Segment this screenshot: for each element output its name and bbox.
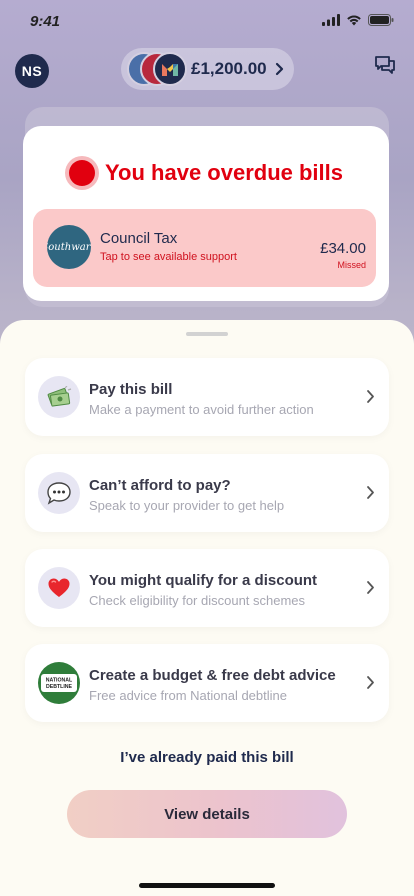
option-title: You might qualify for a discount xyxy=(89,572,318,589)
avatar[interactable]: NS xyxy=(15,54,49,88)
heart-icon xyxy=(38,567,80,609)
money-icon xyxy=(38,376,80,418)
bill-status: Missed xyxy=(337,260,366,270)
chevron-right-icon xyxy=(275,62,283,76)
chevron-right-icon xyxy=(367,390,374,403)
status-icons xyxy=(322,14,394,26)
overdue-card: You have overdue bills Southwark Council… xyxy=(23,126,389,301)
already-paid-link[interactable]: I’ve already paid this bill xyxy=(0,749,414,766)
alert-dot-icon xyxy=(69,160,95,186)
battery-icon xyxy=(368,14,394,26)
speech-bubble-icon xyxy=(38,472,80,514)
signal-icon xyxy=(322,14,340,26)
status-bar: 9:41 xyxy=(0,0,414,44)
sheet-handle[interactable] xyxy=(186,332,228,336)
chevron-right-icon xyxy=(367,486,374,499)
avatar-initials: NS xyxy=(21,63,43,79)
option-subtitle: Make a payment to avoid further action xyxy=(89,402,314,417)
bank-logo-3 xyxy=(153,52,187,86)
chevron-right-icon xyxy=(367,676,374,689)
option-subtitle: Speak to your provider to get help xyxy=(89,498,285,513)
chevron-right-icon xyxy=(367,581,374,594)
balance-pill[interactable]: £1,200.00 xyxy=(121,48,294,90)
logo-text-national: NATIONAL xyxy=(46,678,73,684)
option-debt-advice[interactable]: NATIONAL DEBTLINE Create a budget & free… xyxy=(25,644,389,722)
option-title: Pay this bill xyxy=(89,381,173,398)
bill-name: Council Tax xyxy=(100,230,178,247)
balance-amount: £1,200.00 xyxy=(191,59,267,78)
view-details-button[interactable]: View details xyxy=(67,790,347,838)
option-title: Can’t afford to pay? xyxy=(89,477,231,494)
status-time: 9:41 xyxy=(30,13,61,30)
chat-icon[interactable] xyxy=(374,55,396,75)
option-pay-bill[interactable]: Pay this bill Make a payment to avoid fu… xyxy=(25,358,389,436)
bottom-sheet: Pay this bill Make a payment to avoid fu… xyxy=(0,320,414,896)
monzo-logo-icon xyxy=(162,64,178,76)
provider-logo-text: Southwark xyxy=(47,241,91,253)
option-subtitle: Free advice from National debtline xyxy=(89,688,287,703)
bill-subtitle: Tap to see available support xyxy=(100,251,237,263)
overdue-title: You have overdue bills xyxy=(105,160,343,185)
logo-text-debtline: DEBTLINE xyxy=(46,684,72,690)
home-indicator xyxy=(139,883,275,888)
option-subtitle: Check eligibility for discount schemes xyxy=(89,593,306,608)
bill-row-council-tax[interactable]: Southwark Council Tax Tap to see availab… xyxy=(33,209,376,287)
wifi-icon xyxy=(347,15,361,26)
account-logos xyxy=(127,52,187,86)
option-cant-afford[interactable]: Can’t afford to pay? Speak to your provi… xyxy=(25,454,389,532)
overdue-title-row: You have overdue bills xyxy=(23,160,389,186)
option-discount[interactable]: You might qualify for a discount Check e… xyxy=(25,549,389,627)
national-debtline-logo: NATIONAL DEBTLINE xyxy=(38,662,80,704)
option-title: Create a budget & free debt advice xyxy=(89,667,336,684)
bill-amount: £34.00 xyxy=(320,240,366,257)
provider-logo: Southwark xyxy=(47,225,91,269)
